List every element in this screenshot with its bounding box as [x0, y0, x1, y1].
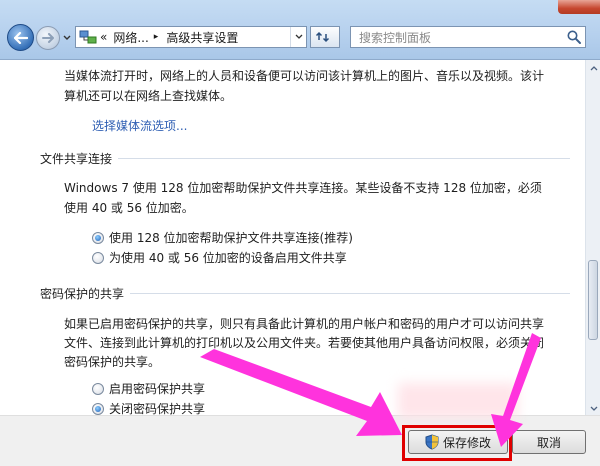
file-sharing-description-line2: 使用 40 或 56 位加密。: [64, 201, 194, 215]
file-sharing-title: 文件共享连接: [40, 150, 119, 167]
uac-shield-icon: [425, 434, 439, 450]
encryption-40-56-label: 为使用 40 或 56 位加密的设备启用文件共享: [109, 251, 347, 265]
divider: [40, 158, 570, 159]
password-sharing-description-line1: 如果已启用密码保护的共享，则只有具备此计算机的用户帐户和密码的用户才可以访问共享: [64, 317, 545, 331]
breadcrumb-advanced-sharing[interactable]: 高级共享设置: [166, 27, 238, 47]
cancel-label: 取消: [536, 435, 561, 450]
refresh-button[interactable]: [310, 26, 340, 48]
disable-password-sharing-label: 关闭密码保护共享: [109, 402, 206, 415]
address-dropdown[interactable]: [290, 27, 306, 47]
password-sharing-description-line2: 文件、连接到此计算机的打印机以及公用文件夹。若要使其他用户具备访问权限，必须关闭: [64, 336, 545, 350]
media-description-line2: 算机还可以在网络上查找媒体。: [64, 89, 233, 103]
search-input[interactable]: 搜索控制面板: [350, 26, 586, 48]
breadcrumb-separator[interactable]: ▸: [154, 27, 159, 47]
disable-password-sharing-option[interactable]: 关闭密码保护共享: [92, 400, 205, 415]
sharing-settings-panel: 当媒体流打开时，网络上的人员和设备便可以访问该计算机上的图片、音乐以及视频。该计…: [0, 60, 585, 415]
encryption-40-56-option[interactable]: 为使用 40 或 56 位加密的设备启用文件共享: [92, 249, 347, 266]
chevron-down-icon[interactable]: [62, 33, 72, 43]
encryption-128-option[interactable]: 使用 128 位加密帮助保护文件共享连接(推荐): [92, 229, 353, 246]
file-sharing-description-line1: Windows 7 使用 128 位加密帮助保护文件共享连接。某些设备不支持 1…: [64, 181, 542, 195]
breadcrumb-network[interactable]: 网络...: [113, 27, 148, 47]
navigation-bar: « 网络... ▸ 高级共享设置 搜索控制面板: [0, 0, 600, 60]
network-icon: [79, 30, 97, 44]
radio-button[interactable]: [92, 382, 104, 395]
dialog-footer: [0, 415, 600, 466]
scroll-down-button[interactable]: [586, 400, 600, 416]
encryption-128-label: 使用 128 位加密帮助保护文件共享连接(推荐): [109, 231, 353, 245]
search-placeholder: 搜索控制面板: [359, 30, 432, 45]
arrow-left-icon: [13, 31, 28, 44]
media-streaming-options-link[interactable]: 选择媒体流选项...: [92, 117, 187, 134]
chevron-down-icon: [295, 34, 302, 39]
enable-password-sharing-label: 启用密码保护共享: [109, 382, 206, 396]
scrollbar-thumb[interactable]: [588, 260, 598, 340]
save-changes-label: 保存修改: [442, 435, 491, 450]
arrow-right-icon: [42, 33, 54, 43]
media-description-line1: 当媒体流打开时，网络上的人员和设备便可以访问该计算机上的图片、音乐以及视频。该计: [64, 69, 545, 83]
password-sharing-description-line3: 密码保护的共享。: [64, 355, 161, 369]
refresh-icon: [315, 31, 330, 43]
radio-button-selected[interactable]: [92, 402, 104, 415]
save-changes-button[interactable]: 保存修改: [408, 430, 508, 454]
breadcrumb-overflow[interactable]: «: [100, 27, 107, 47]
scroll-up-button[interactable]: [586, 60, 600, 76]
password-sharing-title: 密码保护的共享: [40, 285, 131, 302]
address-bar[interactable]: « 网络... ▸ 高级共享设置: [75, 26, 307, 48]
vertical-scrollbar[interactable]: [585, 60, 600, 416]
radio-button-selected[interactable]: [92, 231, 104, 244]
forward-button[interactable]: [36, 26, 60, 50]
window-close-button[interactable]: [558, 0, 600, 14]
back-button[interactable]: [7, 24, 34, 51]
search-icon[interactable]: [566, 29, 582, 45]
chevron-down-icon: [590, 406, 597, 411]
chevron-up-icon: [590, 65, 597, 70]
cancel-button[interactable]: 取消: [512, 430, 586, 454]
highlight-glow: [398, 383, 518, 419]
enable-password-sharing-option[interactable]: 启用密码保护共享: [92, 380, 205, 397]
radio-button[interactable]: [92, 251, 104, 264]
